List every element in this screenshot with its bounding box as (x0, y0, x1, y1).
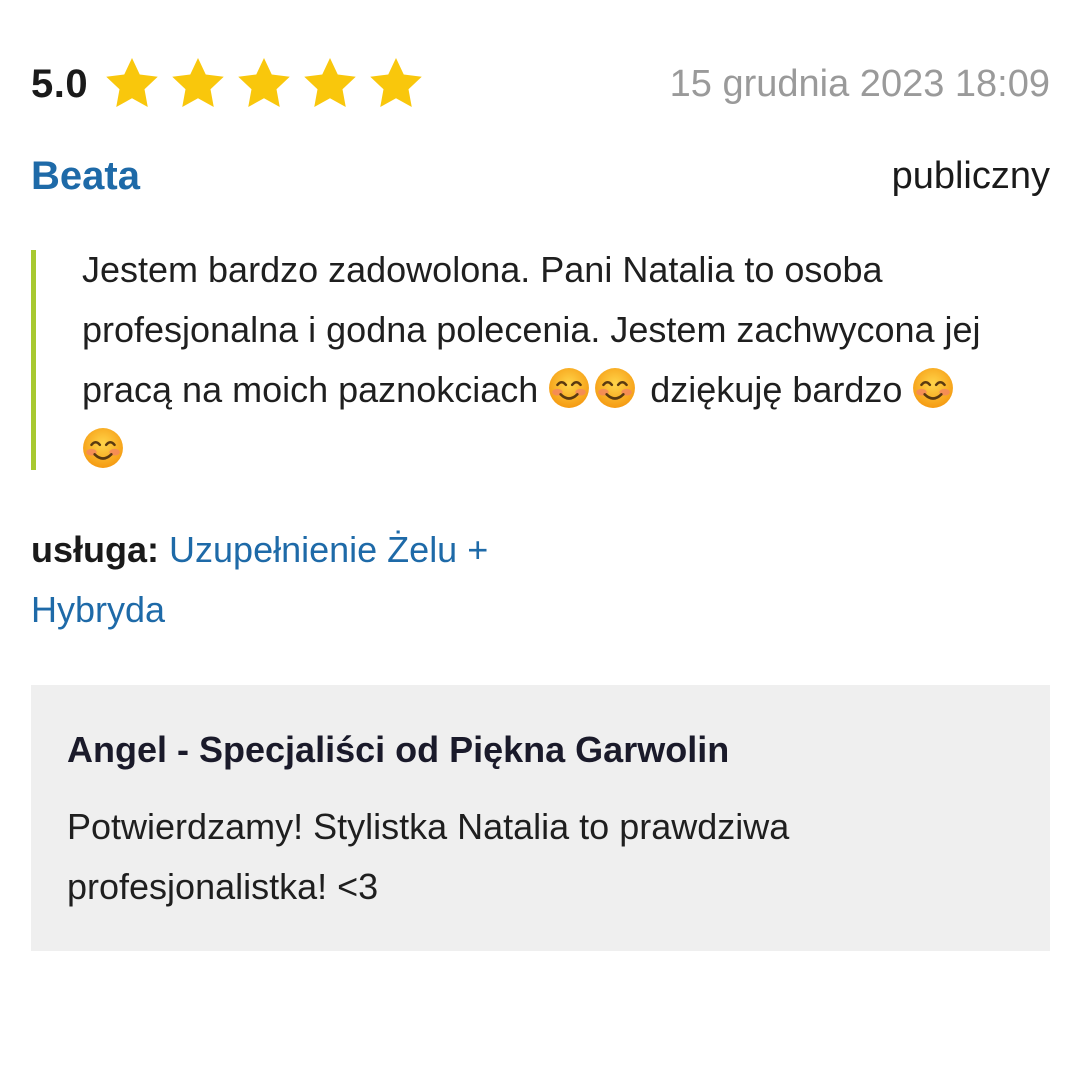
star-rating (102, 54, 426, 114)
star-icon (102, 54, 162, 114)
business-reply: Angel - Specjaliści od Piękna Garwolin P… (31, 685, 1050, 951)
smiling-face-icon (548, 367, 590, 409)
star-icon (300, 54, 360, 114)
author-row: Beata publiczny (31, 146, 1050, 206)
smiling-face-icon (82, 427, 124, 469)
visibility-label: publiczny (891, 154, 1050, 197)
star-icon (366, 54, 426, 114)
smiling-face-icon (594, 367, 636, 409)
review-text: Jestem bardzo zadowolona. Pani Natalia t… (82, 240, 1002, 480)
service-info: usługa: Uzupełnienie Żelu + Hybryda (31, 520, 591, 640)
reply-author: Angel - Specjaliści od Piękna Garwolin (67, 729, 730, 770)
rating-score: 5.0 (31, 62, 89, 106)
review-quote: Jestem bardzo zadowolona. Pani Natalia t… (31, 249, 1021, 470)
review-text-part2: dziękuję bardzo (640, 369, 913, 410)
rating-row: 5.0 15 grudnia 2023 18:09 (31, 52, 1050, 116)
review-author[interactable]: Beata (31, 154, 140, 199)
star-icon (234, 54, 294, 114)
smiling-face-icon (912, 367, 954, 409)
reply-text: Potwierdzamy! Stylistka Natalia to prawd… (67, 806, 790, 907)
star-icon (168, 54, 228, 114)
review-date: 15 grudnia 2023 18:09 (669, 63, 1050, 105)
service-label: usługa: (31, 529, 160, 570)
